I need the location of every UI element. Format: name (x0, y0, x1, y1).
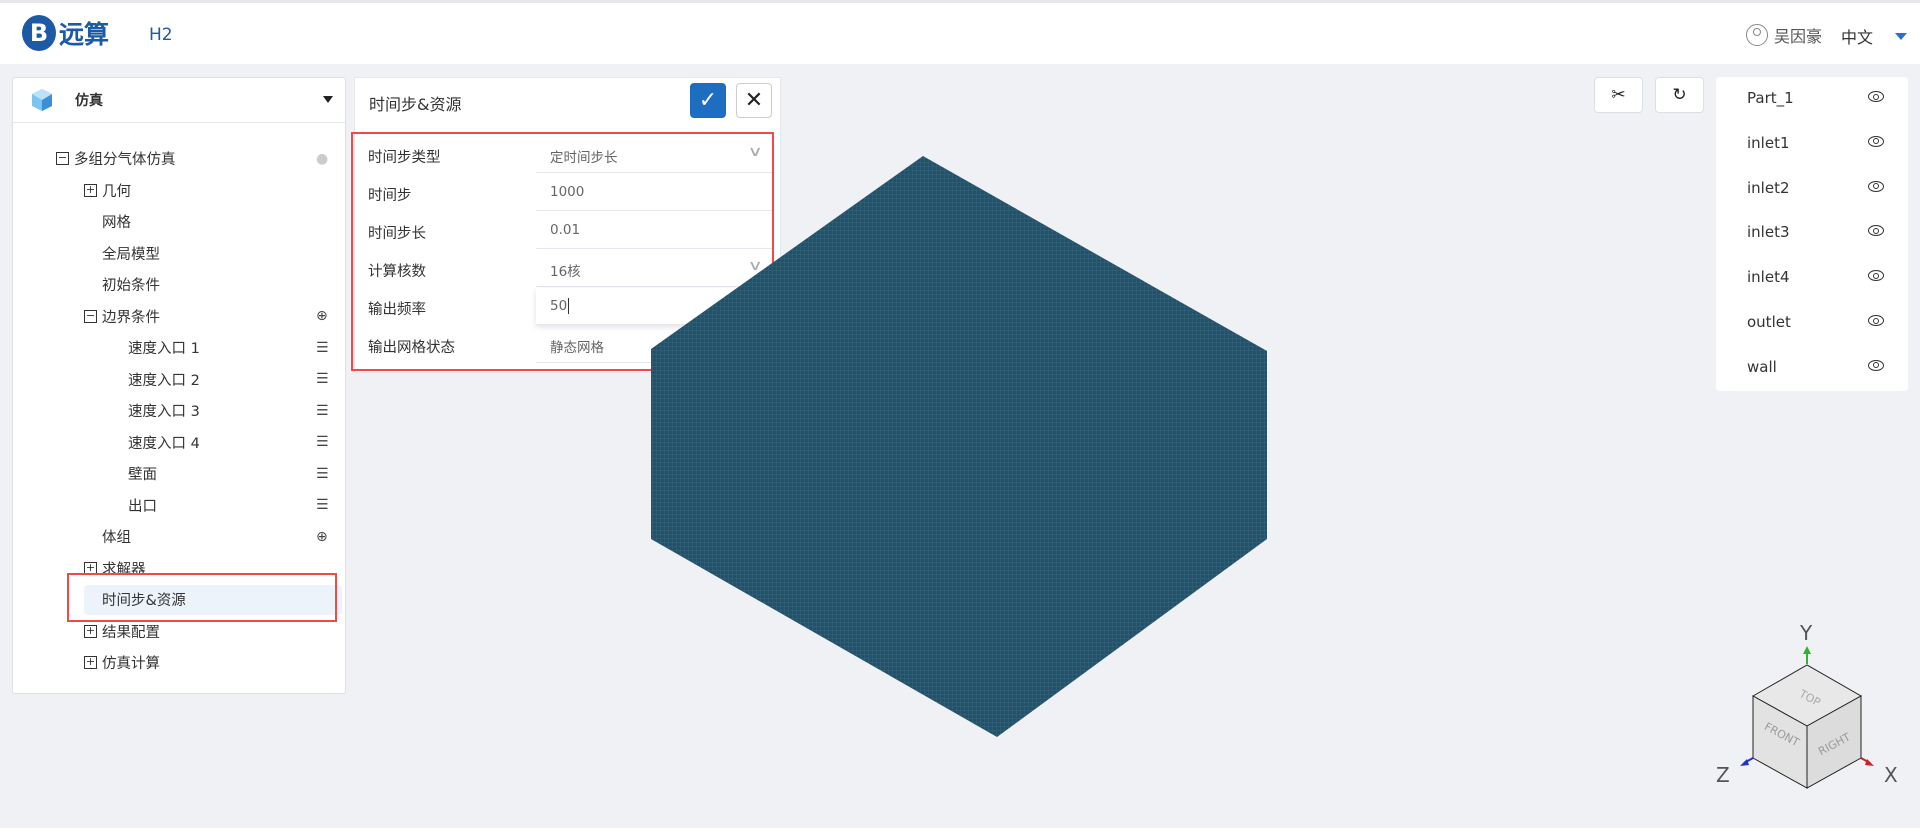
part-row[interactable]: inlet1 (1716, 124, 1908, 164)
tree-item[interactable]: − 多组分气体仿真 ● (13, 143, 345, 174)
part-name: inlet3 (1747, 223, 1790, 242)
logo-text: 远算 (59, 20, 110, 49)
part-name: inlet4 (1747, 268, 1790, 287)
rotate-icon: ↻ (1672, 85, 1687, 105)
tree-item-label: 结果配置 (102, 624, 160, 641)
eye-icon[interactable] (1868, 315, 1884, 326)
highlight-box (67, 573, 337, 622)
form-title: 时间步&资源 (369, 95, 462, 114)
axis-z-label: Z (1716, 763, 1730, 787)
user-icon (1746, 24, 1768, 46)
axis-x-label: X (1884, 763, 1898, 787)
plus-expander-icon[interactable]: + (84, 624, 97, 638)
mesh-viewport[interactable] (640, 150, 1280, 750)
user-menu[interactable]: 吴因豪 (1746, 23, 1822, 47)
tree-item-label: 几何 (102, 183, 131, 200)
tree-item[interactable]: 速度入口 4 ☰ (13, 427, 345, 458)
plus-expander-icon[interactable]: + (84, 183, 97, 197)
plus-expander-icon[interactable]: + (84, 656, 97, 669)
eye-icon[interactable] (1868, 359, 1884, 371)
tree-item[interactable]: 体组 ⊕ (13, 521, 345, 552)
part-name: inlet1 (1747, 133, 1790, 152)
eye-icon[interactable] (1868, 91, 1884, 102)
tree-item-label: 全局模型 (102, 246, 160, 263)
eye-icon[interactable] (1868, 135, 1884, 147)
caret-down-icon[interactable] (1895, 33, 1907, 40)
tree-item-label: 速度入口 1 (128, 341, 200, 357)
confirm-button[interactable]: ✓ (690, 83, 726, 118)
tree-item[interactable]: 网格 (13, 206, 345, 237)
tree-item[interactable]: 速度入口 3 ☰ (13, 395, 345, 426)
tree-item[interactable]: 出口 ☰ (13, 490, 345, 521)
tree-item-label: 多组分气体仿真 (74, 152, 176, 168)
part-name: outlet (1747, 313, 1791, 331)
part-row[interactable]: Part_1 (1716, 79, 1908, 119)
eye-icon[interactable] (1868, 180, 1884, 192)
tree-item-label: 速度入口 4 (128, 435, 200, 452)
close-button[interactable]: ✕ (736, 83, 772, 118)
menu-icon[interactable]: ☰ (316, 497, 329, 513)
tree-item-label: 网格 (102, 215, 131, 231)
panel-header[interactable]: 仿真 (13, 78, 345, 123)
tree-item-label: 壁面 (128, 467, 157, 483)
eye-icon[interactable] (1868, 270, 1884, 282)
minus-expander-icon[interactable]: − (84, 309, 97, 323)
logo[interactable]: B 远算 (22, 15, 109, 51)
tree-item-label: 仿真计算 (102, 656, 160, 672)
panel-title: 仿真 (75, 93, 103, 109)
part-row[interactable]: inlet3 (1716, 213, 1908, 253)
tree-item-label: 出口 (128, 498, 157, 515)
part-row[interactable]: outlet (1716, 303, 1908, 343)
menu-icon[interactable]: ☰ (316, 434, 329, 450)
language-select[interactable]: 中文 (1841, 24, 1873, 48)
cube-icon (32, 89, 52, 111)
tree-item-label: 初始条件 (102, 278, 160, 294)
clip-button[interactable]: ✂ (1594, 77, 1643, 113)
tree-item[interactable]: 壁面 ☰ (13, 458, 345, 489)
tree-item[interactable]: 速度入口 1 ☰ (13, 332, 345, 363)
tree-item[interactable]: + 仿真计算 (13, 647, 345, 678)
menu-icon[interactable]: ☰ (316, 371, 329, 387)
tree-item[interactable]: 初始条件 (13, 269, 345, 300)
part-name: wall (1747, 357, 1777, 376)
tree-item[interactable]: 速度入口 2 ☰ (13, 364, 345, 395)
axes-cube[interactable]: TOP FRONT RIGHT Y Z X (1700, 600, 1920, 800)
menu-icon[interactable]: ☰ (316, 466, 329, 482)
tree-item-label: 边界条件 (102, 309, 160, 326)
caret-down-icon[interactable] (323, 96, 333, 103)
scissors-icon: ✂ (1611, 85, 1626, 105)
tree-item[interactable]: + 几何 (13, 175, 345, 206)
tree-item-label: 速度入口 3 (128, 404, 200, 420)
menu-icon[interactable]: ☰ (316, 340, 329, 356)
logo-mark: B (22, 15, 56, 51)
menu-icon[interactable]: ☰ (316, 403, 329, 419)
part-row[interactable]: inlet4 (1716, 258, 1908, 298)
project-name: H2 (149, 25, 173, 45)
tree-item-label: 体组 (102, 530, 131, 546)
reset-view-button[interactable]: ↻ (1655, 77, 1704, 113)
add-circle-icon[interactable]: ⊕ (316, 308, 328, 324)
axis-y-label: Y (1799, 621, 1813, 645)
minus-expander-icon[interactable]: − (56, 152, 69, 165)
tree-item-label: 速度入口 2 (128, 372, 200, 389)
eye-icon[interactable] (1868, 225, 1884, 237)
part-row[interactable]: wall (1716, 348, 1908, 388)
tree-item[interactable]: 全局模型 (13, 238, 345, 269)
part-name: inlet2 (1747, 178, 1790, 197)
parts-list: Part_1 inlet1 inlet2 inlet3 inlet4 outlet wall (1716, 77, 1908, 391)
user-name: 吴因豪 (1774, 27, 1823, 46)
top-header: B 远算 H2 吴因豪 中文 (0, 0, 1920, 64)
add-circle-icon[interactable]: ⊕ (316, 529, 328, 545)
mesh-model (651, 156, 1267, 737)
part-row[interactable]: inlet2 (1716, 169, 1908, 209)
part-name: Part_1 (1747, 89, 1794, 107)
tree-item[interactable]: − 边界条件 ⊕ (13, 301, 345, 332)
info-icon[interactable]: ● (316, 151, 328, 167)
